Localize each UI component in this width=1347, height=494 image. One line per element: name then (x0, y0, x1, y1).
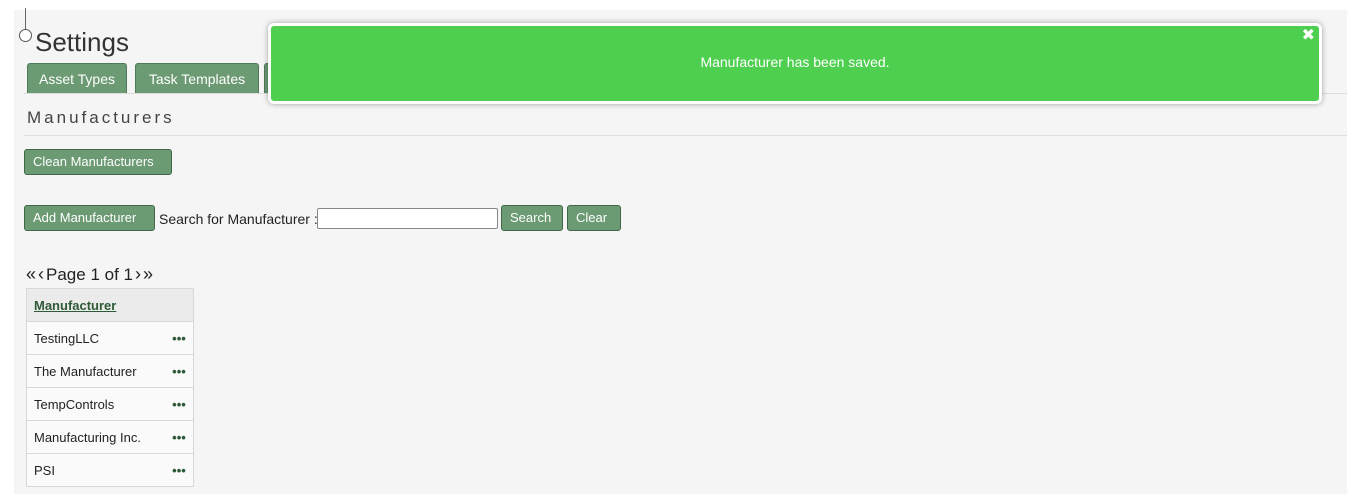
success-notification: Manufacturer has been saved. ✖ (268, 23, 1322, 104)
manufacturer-column-header: Manufacturer (26, 288, 194, 322)
more-options-icon[interactable]: ••• (169, 453, 194, 487)
manufacturer-name: PSI (26, 453, 169, 487)
page-title: Settings (35, 27, 129, 57)
more-options-icon[interactable]: ••• (169, 354, 194, 388)
manufacturer-name: TempControls (26, 387, 169, 421)
first-page-icon[interactable]: « (26, 264, 36, 285)
search-label: Search for Manufacturer : (159, 211, 318, 227)
manufacturer-name: Manufacturing Inc. (26, 420, 169, 454)
manufacturer-name: The Manufacturer (26, 354, 169, 388)
page: Settings Asset Types Task Templates Manu… (0, 0, 1347, 494)
table-row: The Manufacturer ••• (26, 354, 194, 388)
add-manufacturer-button[interactable]: Add Manufacturer (24, 205, 155, 231)
tab-asset-types[interactable]: Asset Types (27, 63, 127, 93)
table-row: Manufacturing Inc. ••• (26, 420, 194, 454)
clear-button[interactable]: Clear (567, 205, 621, 231)
manufacturers-table: Manufacturer TestingLLC ••• The Manufact… (26, 288, 194, 487)
section-title: Manufacturers (27, 108, 175, 127)
section-divider (24, 135, 1347, 136)
notification-message: Manufacturer has been saved. (700, 54, 890, 70)
last-page-icon[interactable]: » (143, 264, 153, 285)
close-icon[interactable]: ✖ (1302, 28, 1315, 44)
sort-manufacturer-link[interactable]: Manufacturer (34, 298, 116, 313)
search-input[interactable] (317, 208, 498, 229)
table-row: PSI ••• (26, 453, 194, 487)
more-options-icon[interactable]: ••• (169, 387, 194, 421)
search-button[interactable]: Search (501, 205, 563, 231)
table-row: TempControls ••• (26, 387, 194, 421)
more-options-icon[interactable]: ••• (169, 321, 194, 355)
page-indicator: Page 1 of 1 (46, 264, 133, 284)
prev-page-icon[interactable]: ‹ (38, 264, 44, 285)
next-page-icon[interactable]: › (135, 264, 141, 285)
manufacturer-name: TestingLLC (26, 321, 169, 355)
tree-connector-line (25, 8, 26, 30)
clean-manufacturers-button[interactable]: Clean Manufacturers (24, 149, 172, 175)
more-options-icon[interactable]: ••• (169, 420, 194, 454)
table-header-row: Manufacturer (26, 288, 194, 322)
tab-task-templates[interactable]: Task Templates (135, 63, 259, 93)
circle-icon (19, 29, 32, 42)
table-row: TestingLLC ••• (26, 321, 194, 355)
pagination: « ‹ Page 1 of 1 › » (26, 264, 153, 285)
